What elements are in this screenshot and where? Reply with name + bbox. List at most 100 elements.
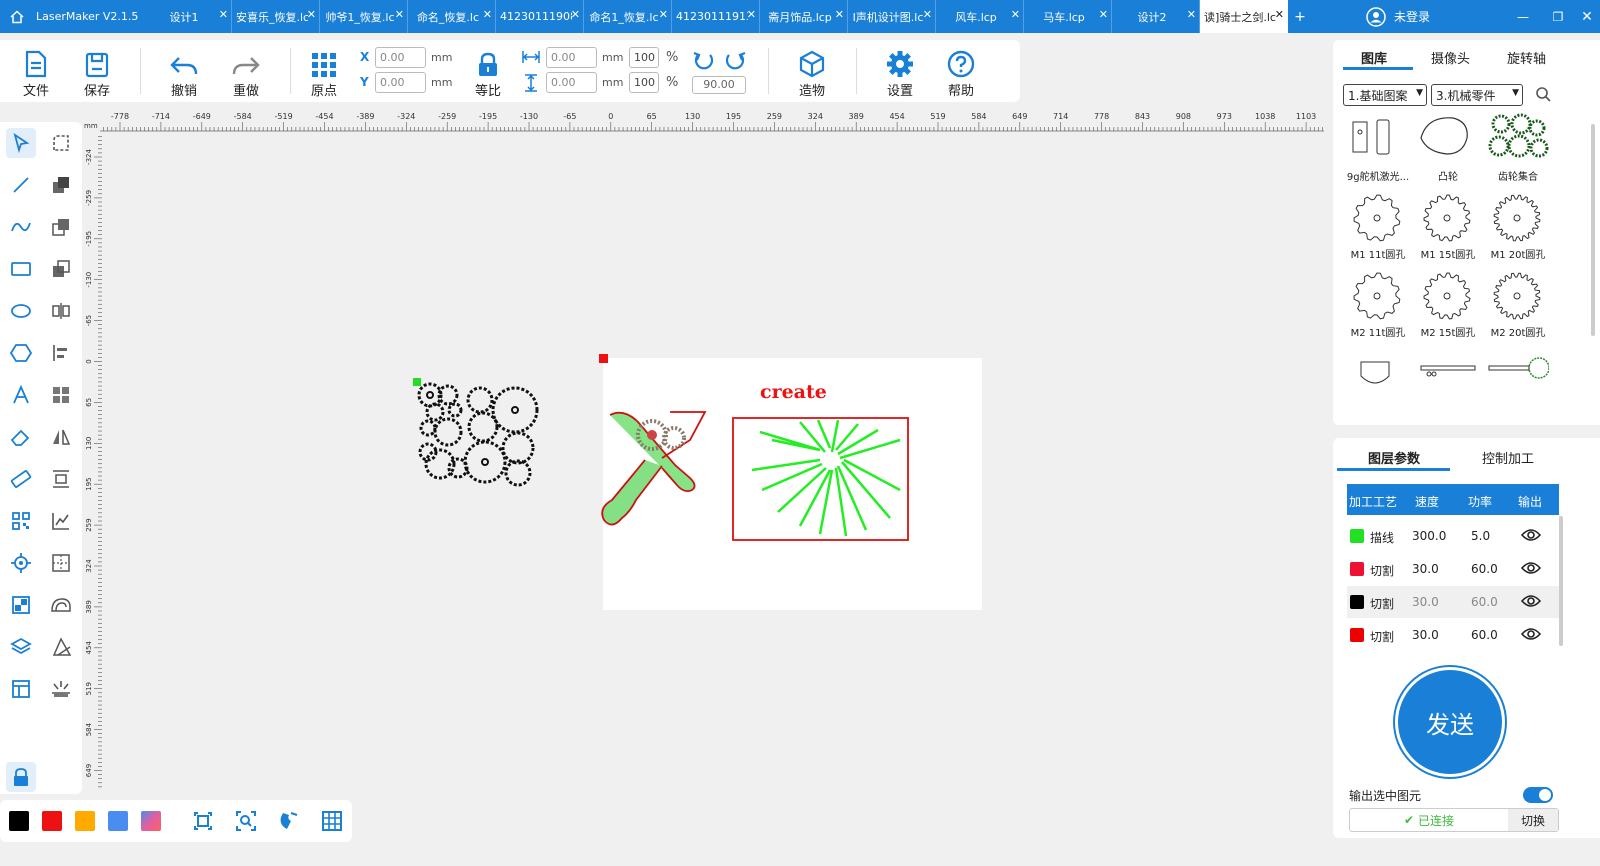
- rotate-ccw-icon[interactable]: [692, 49, 716, 76]
- eye-icon[interactable]: [1520, 527, 1542, 546]
- layer-color-swatch[interactable]: [1350, 529, 1364, 543]
- close-tab-icon[interactable]: ✕: [571, 8, 580, 21]
- measure-tool[interactable]: [6, 464, 36, 494]
- category-select[interactable]: 1.基础图案 ▼: [1343, 84, 1427, 106]
- library-item[interactable]: 凸轮: [1413, 112, 1483, 188]
- pattern-tool[interactable]: [46, 590, 76, 620]
- ellipse-tool[interactable]: [6, 296, 36, 326]
- red-origin-marker[interactable]: [599, 354, 608, 363]
- align-tool[interactable]: [46, 338, 76, 368]
- document-tab[interactable]: 41230111908 ✕: [496, 0, 584, 33]
- maximize-button[interactable]: ❐: [1543, 0, 1573, 33]
- sword-shape[interactable]: [601, 411, 707, 526]
- close-tab-icon[interactable]: ✕: [923, 8, 932, 21]
- grid-icon[interactable]: [320, 809, 344, 833]
- layer-mode[interactable]: 切割: [1370, 562, 1394, 579]
- color-swatch[interactable]: [108, 811, 128, 831]
- close-tab-icon[interactable]: ✕: [483, 8, 492, 21]
- layer-color-swatch[interactable]: [1350, 562, 1364, 576]
- search-icon[interactable]: [1535, 86, 1551, 105]
- document-tab[interactable]: 读]骑士之剑.lc ✕: [1200, 0, 1288, 33]
- file-button[interactable]: 文件: [10, 40, 62, 102]
- document-tab[interactable]: 设计2 ✕: [1112, 0, 1200, 33]
- flip-tool[interactable]: [46, 422, 76, 452]
- user-login[interactable]: 未登录: [1366, 0, 1430, 33]
- eye-icon[interactable]: [1520, 626, 1542, 645]
- height-percent-input[interactable]: 100: [629, 72, 659, 93]
- tab-process-control[interactable]: 控制加工: [1482, 448, 1534, 467]
- width-percent-input[interactable]: 100: [629, 47, 659, 68]
- eraser-tool[interactable]: [6, 422, 36, 452]
- close-window-button[interactable]: ✕: [1572, 0, 1600, 33]
- library-item[interactable]: M2 20t圆孔: [1483, 268, 1553, 344]
- fit-canvas-icon[interactable]: [191, 809, 215, 833]
- document-tab[interactable]: 马车.lcp ✕: [1024, 0, 1112, 33]
- color-swatch[interactable]: [9, 811, 29, 831]
- document-tab[interactable]: 41230111913 ✕: [672, 0, 760, 33]
- layer-row[interactable]: 切割 30.0 60.0: [1347, 619, 1559, 651]
- layer-row[interactable]: 切割 30.0 60.0: [1347, 586, 1559, 618]
- document-tab[interactable]: 帅爷1_恢复.lc ✕: [320, 0, 408, 33]
- close-tab-icon[interactable]: ✕: [307, 8, 316, 21]
- tab-layer-params[interactable]: 图层参数: [1368, 448, 1420, 467]
- laser-tool[interactable]: [46, 674, 76, 704]
- layer-speed[interactable]: 300.0: [1412, 529, 1446, 543]
- save-button[interactable]: 保存: [71, 40, 123, 102]
- rotation-input[interactable]: 90.00: [692, 76, 746, 94]
- layer-power[interactable]: 60.0: [1471, 628, 1498, 642]
- intersect-tool[interactable]: [46, 254, 76, 284]
- union-tool[interactable]: [46, 170, 76, 200]
- line-tool[interactable]: [6, 170, 36, 200]
- green-selection-handle[interactable]: [413, 378, 421, 386]
- library-item[interactable]: 9g舵机激光...: [1343, 112, 1413, 188]
- document-tab[interactable]: 设计1 ✕: [144, 0, 232, 33]
- layers-tool[interactable]: [6, 632, 36, 662]
- split-tool[interactable]: [46, 548, 76, 578]
- layer-power[interactable]: 60.0: [1471, 595, 1498, 609]
- document-tab[interactable]: 风车.lcp ✕: [936, 0, 1024, 33]
- rotate-cw-icon[interactable]: [723, 49, 747, 76]
- layer-mode[interactable]: 切割: [1370, 595, 1394, 612]
- close-tab-icon[interactable]: ✕: [1011, 8, 1020, 21]
- layer-row[interactable]: 切割 30.0 60.0: [1347, 553, 1559, 585]
- switch-button[interactable]: 切换: [1508, 809, 1558, 831]
- gear-cluster[interactable]: [417, 382, 539, 487]
- position-tool[interactable]: [6, 548, 36, 578]
- close-tab-icon[interactable]: ✕: [659, 8, 668, 21]
- add-tab-button[interactable]: +: [1288, 0, 1312, 33]
- x-position-input[interactable]: 0.00: [375, 47, 426, 68]
- document-tab[interactable]: 命名1_恢复.lc ✕: [584, 0, 672, 33]
- minimize-button[interactable]: —: [1508, 0, 1538, 33]
- curve-tool[interactable]: [6, 212, 36, 242]
- select-tool[interactable]: [6, 128, 36, 158]
- close-tab-icon[interactable]: ✕: [1099, 8, 1108, 21]
- build-button[interactable]: 造物: [786, 40, 838, 102]
- layer-power[interactable]: 5.0: [1471, 529, 1490, 543]
- height-input[interactable]: 0.00: [546, 72, 597, 93]
- close-tab-icon[interactable]: ✕: [1187, 8, 1196, 21]
- tab-library[interactable]: 图库: [1361, 48, 1387, 67]
- tab-camera[interactable]: 摄像头: [1431, 48, 1470, 67]
- layer-mode[interactable]: 描线: [1370, 529, 1394, 546]
- help-button[interactable]: 帮助: [935, 40, 987, 102]
- settings-button[interactable]: 设置: [874, 40, 926, 102]
- chart-tool[interactable]: [46, 506, 76, 536]
- send-button[interactable]: 发送: [1398, 670, 1502, 774]
- ratio-lock-button[interactable]: 等比: [462, 40, 514, 102]
- text-tool[interactable]: [6, 380, 36, 410]
- library-item[interactable]: M1 11t圆孔: [1343, 190, 1413, 266]
- document-tab[interactable]: 斋月饰品.lcp ✕: [760, 0, 848, 33]
- zoom-selection-icon[interactable]: [234, 809, 258, 833]
- layer-mode[interactable]: 切割: [1370, 628, 1394, 645]
- template-tool[interactable]: [6, 674, 36, 704]
- layer-color-swatch[interactable]: [1350, 595, 1364, 609]
- redo-button[interactable]: 重做: [220, 40, 272, 102]
- array-tool[interactable]: [46, 380, 76, 410]
- library-item[interactable]: M1 15t圆孔: [1413, 190, 1483, 266]
- library-item[interactable]: 齿轮集合: [1483, 112, 1553, 188]
- magnet-icon[interactable]: [277, 809, 301, 833]
- layer-power[interactable]: 60.0: [1471, 562, 1498, 576]
- y-position-input[interactable]: 0.00: [375, 72, 426, 93]
- node-edit-tool[interactable]: [46, 128, 76, 158]
- document-tab[interactable]: I声机设计图.lc ✕: [848, 0, 936, 33]
